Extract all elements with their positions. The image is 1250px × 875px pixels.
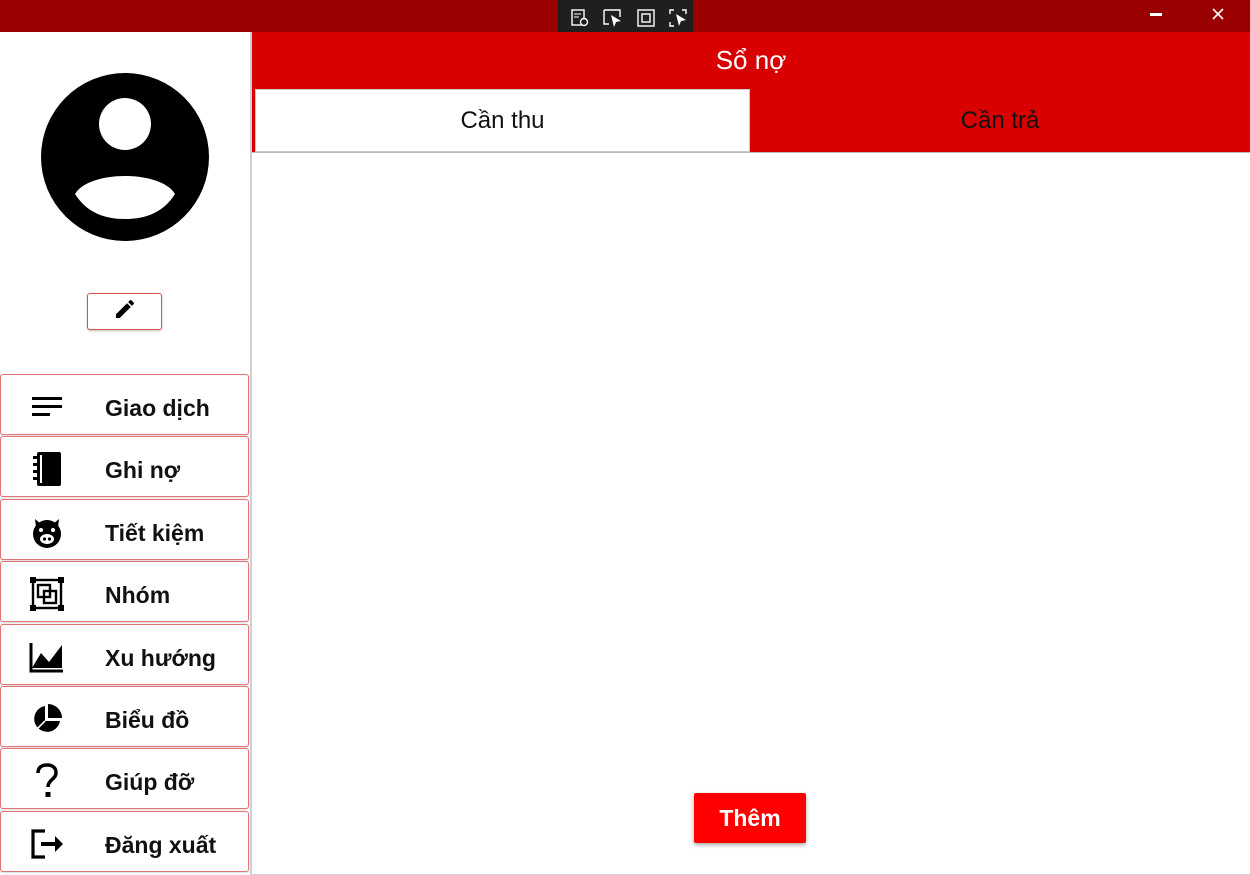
sidebar-menu: Giao dịch Ghi nợ Tiết kiệm Nhóm Xu hướng — [0, 374, 250, 873]
question-icon — [29, 763, 65, 799]
tab-can-tra[interactable]: Cần trả — [752, 89, 1248, 152]
add-button[interactable]: Thêm — [694, 793, 806, 843]
select-element-button[interactable] — [599, 8, 626, 32]
logout-icon — [29, 826, 65, 862]
live-visual-tree-button[interactable] — [566, 8, 593, 32]
track-focused-element-icon — [668, 8, 690, 33]
sidebar-item-giao-dich[interactable]: Giao dịch — [0, 374, 249, 435]
close-button[interactable] — [1188, 0, 1248, 32]
display-layout-adorners-icon — [636, 8, 656, 33]
sidebar: Giao dịch Ghi nợ Tiết kiệm Nhóm Xu hướng — [0, 32, 250, 875]
select-element-icon — [602, 8, 624, 33]
trend-chart-icon — [29, 639, 65, 675]
sidebar-item-dang-xuat[interactable]: Đăng xuất — [0, 810, 249, 872]
main-panel: Sổ nợ Cần thu Cần trả Thêm — [250, 32, 1250, 875]
sidebar-item-label: Tiết kiệm — [105, 519, 205, 546]
pie-chart-icon — [29, 701, 65, 737]
sidebar-item-giup-do[interactable]: Giúp đỡ — [0, 748, 249, 810]
sidebar-item-label: Xu hướng — [105, 644, 216, 671]
sidebar-item-label: Biểu đồ — [105, 706, 190, 733]
sidebar-item-label: Giúp đỡ — [105, 769, 195, 796]
page-title: Sổ nợ — [252, 32, 1250, 88]
live-visual-tree-icon — [570, 8, 590, 33]
sidebar-item-ghi-no[interactable]: Ghi nợ — [0, 436, 249, 498]
account-circle-icon — [41, 73, 209, 241]
debt-list-area: Thêm — [252, 152, 1250, 874]
tab-strip: Cần thu Cần trả — [252, 88, 1250, 152]
close-icon — [1211, 7, 1225, 26]
list-lines-icon — [29, 389, 65, 425]
notebook-icon — [29, 451, 65, 487]
group-icon — [29, 576, 65, 612]
display-layout-adorners-button[interactable] — [632, 8, 659, 32]
tab-can-thu[interactable]: Cần thu — [255, 89, 750, 152]
sidebar-item-bieu-do[interactable]: Biểu đồ — [0, 685, 249, 747]
sidebar-item-label: Giao dịch — [105, 395, 210, 421]
sidebar-item-label: Đăng xuất — [105, 831, 217, 858]
minimize-icon — [1149, 7, 1163, 26]
minimize-button[interactable] — [1126, 0, 1186, 32]
sidebar-item-tiet-kiem[interactable]: Tiết kiệm — [0, 498, 249, 560]
sidebar-item-label: Ghi nợ — [105, 457, 181, 484]
sidebar-item-label: Nhóm — [105, 582, 171, 609]
track-focused-element-button[interactable] — [665, 8, 692, 32]
edit-avatar-button[interactable] — [87, 293, 162, 330]
piggy-bank-icon — [29, 514, 65, 550]
pencil-icon — [113, 297, 137, 326]
sidebar-item-nhom[interactable]: Nhóm — [0, 561, 249, 623]
sidebar-item-xu-huong[interactable]: Xu hướng — [0, 623, 249, 685]
